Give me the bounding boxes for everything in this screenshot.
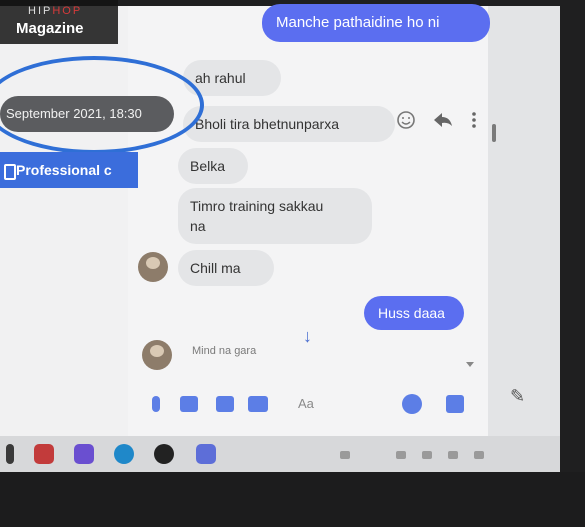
mic-icon[interactable] — [152, 396, 160, 412]
message-text: Belka — [190, 158, 226, 174]
edit-icon[interactable]: ✎ — [510, 386, 530, 406]
smiley-icon[interactable] — [397, 111, 415, 129]
avatar — [142, 340, 172, 370]
monitor-bezel — [0, 472, 585, 527]
message-composer: Aa — [140, 390, 480, 420]
avatar — [138, 252, 168, 282]
message-actions-icons — [397, 111, 476, 129]
like-icon[interactable] — [446, 395, 464, 413]
typing-preview: Mind na gara — [192, 345, 257, 357]
taskbar-app-icon[interactable] — [74, 444, 94, 464]
taskbar-app-icon[interactable] — [154, 444, 174, 464]
emoji-button-icon[interactable] — [402, 394, 422, 414]
message-bubble-incoming: Bholi tira bhetnunparxa — [183, 106, 395, 142]
message-actions — [396, 108, 486, 132]
chevron-down-icon[interactable] — [466, 362, 474, 367]
taskbar-messenger-icon[interactable] — [196, 444, 216, 464]
watermark-line1: HIPHOP — [28, 5, 83, 17]
message-text: ah rahul — [195, 70, 246, 86]
message-text-line2: na — [190, 218, 206, 234]
message-text: Bholi tira bhetnunparxa — [195, 116, 339, 132]
tray-icon[interactable] — [422, 451, 432, 459]
message-bubble-incoming: Chill ma — [178, 250, 274, 286]
arrow-down-icon[interactable]: ↓ — [303, 326, 312, 347]
watermark-line2: Magazine — [16, 20, 84, 37]
image-icon[interactable] — [180, 396, 198, 412]
message-input[interactable]: Aa — [298, 396, 314, 411]
message-bubble-outgoing: Manche pathaidine ho ni — [262, 4, 490, 42]
page-icon — [4, 164, 16, 180]
tray-chevron-icon[interactable] — [340, 451, 350, 459]
tray-icon[interactable] — [396, 451, 406, 459]
taskbar-browser-icon[interactable] — [114, 444, 134, 464]
message-bubble-outgoing: Huss daaa — [364, 296, 464, 330]
scrollbar[interactable] — [492, 124, 496, 142]
message-text-line1: Timro training sakkau — [190, 198, 324, 214]
message-bubble-incoming: Belka — [178, 148, 248, 184]
professional-button-label: Professional c — [16, 162, 112, 178]
sticker-icon[interactable] — [216, 396, 234, 412]
message-text: Chill ma — [190, 260, 241, 276]
watermark-logo: HIPHOP Magazine — [0, 0, 118, 44]
message-text: Manche pathaidine ho ni — [276, 14, 440, 31]
gif-icon[interactable] — [248, 396, 268, 412]
tray-icon[interactable] — [448, 451, 458, 459]
tray-icon[interactable] — [474, 451, 484, 459]
professional-button[interactable]: Professional c — [0, 152, 138, 188]
reply-icon[interactable] — [434, 113, 452, 127]
more-vertical-icon[interactable] — [472, 112, 476, 128]
message-bubble-incoming: Timro training sakkau na — [178, 188, 372, 244]
message-text: Huss daaa — [378, 305, 445, 321]
taskbar-app-icon[interactable] — [6, 444, 14, 464]
right-strip — [488, 6, 560, 436]
taskbar-app-icon[interactable] — [34, 444, 54, 464]
